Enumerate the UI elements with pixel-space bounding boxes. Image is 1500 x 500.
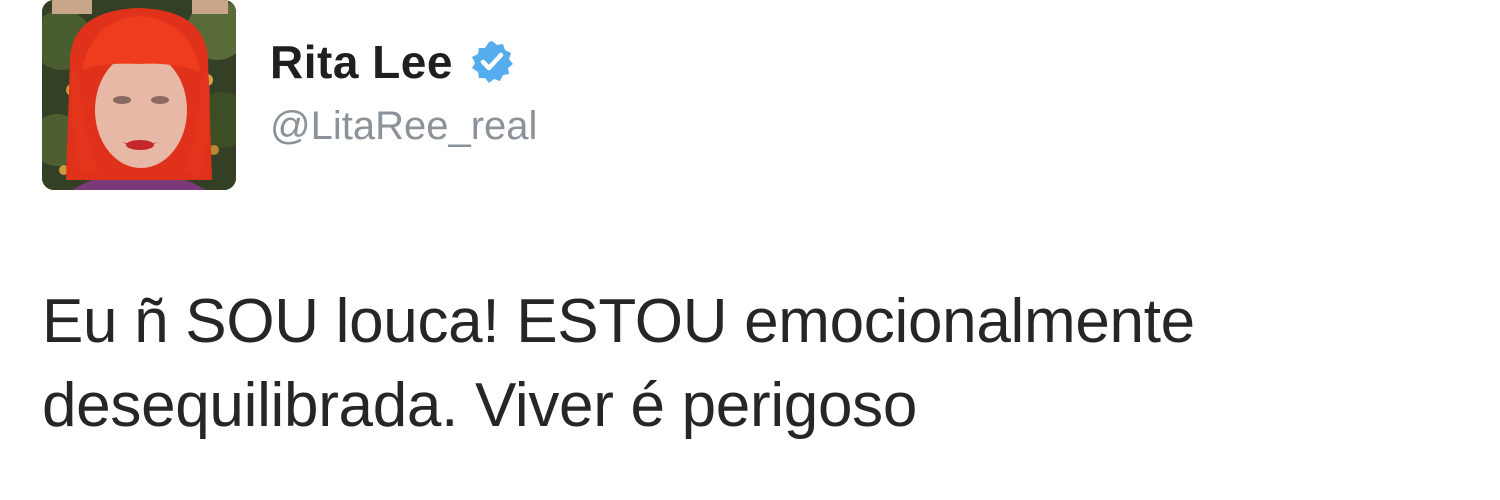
author-display-name[interactable]: Rita Lee	[270, 32, 453, 92]
author-header: Rita Lee	[270, 32, 515, 92]
author-handle[interactable]: @LitaRee_real	[270, 98, 537, 154]
tweet-text-line: Eu ñ SOU louca! ESTOU emocionalmente	[42, 287, 1195, 356]
tweet-card: Rita Lee @LitaRee_real Eu ñ SOU louca! E…	[0, 0, 1500, 500]
avatar[interactable]	[42, 0, 236, 190]
tweet-text: Eu ñ SOU louca! ESTOU emocionalmente des…	[42, 280, 1482, 448]
verified-badge-icon	[469, 39, 515, 85]
avatar-image	[42, 0, 236, 190]
tweet-text-line: desequilibrada. Viver é perigoso	[42, 371, 918, 440]
